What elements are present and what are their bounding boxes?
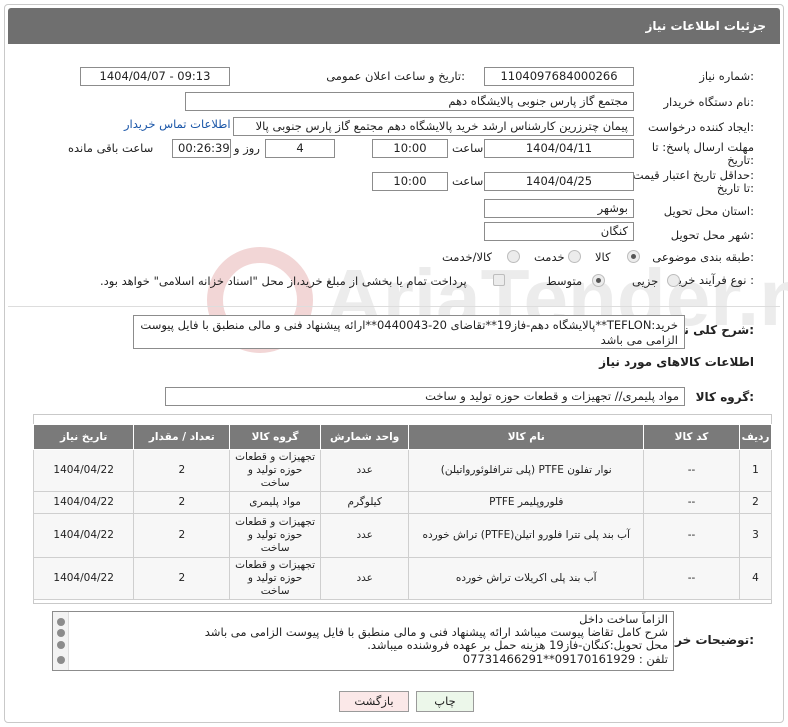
item-code: -- bbox=[643, 449, 741, 492]
item-unit: عدد bbox=[319, 449, 410, 492]
category-option-goods: کالا bbox=[595, 250, 611, 264]
payment-note: پرداخت تمام یا بخشی از مبلغ خرید،از محل … bbox=[100, 274, 467, 288]
category-label: طبقه بندی موضوعی: bbox=[652, 250, 754, 264]
col-qty: تعداد / مقدار bbox=[133, 424, 231, 450]
item-qty: 2 bbox=[133, 557, 231, 600]
table-row: 4 -- آب بند پلی اکریلات تراش خورده عدد ت… bbox=[32, 557, 772, 600]
item-group: مواد پلیمری bbox=[229, 491, 321, 514]
item-group: تجهیزات و قطعات حوزه تولید و ساخت bbox=[229, 449, 321, 492]
item-qty: 2 bbox=[133, 491, 231, 514]
buyer-org-label: نام دستگاه خریدار: bbox=[663, 95, 754, 109]
item-name: فلوروپلیمر PTFE bbox=[408, 491, 645, 514]
table-row: 3 -- آب بند پلی تترا فلورو اتیلن(PTFE) ت… bbox=[32, 513, 772, 558]
province-field: بوشهر bbox=[484, 199, 634, 218]
row-index: 3 bbox=[739, 513, 772, 558]
remaining-time-label: ساعت باقی مانده bbox=[68, 141, 154, 155]
scroll-down-icon[interactable] bbox=[57, 656, 65, 664]
item-unit: عدد bbox=[319, 557, 410, 600]
category-option-service: خدمت bbox=[534, 250, 565, 264]
item-code: -- bbox=[643, 491, 741, 514]
item-group: تجهیزات و قطعات حوزه تولید و ساخت bbox=[229, 513, 321, 558]
table-row: 1 -- نوار تفلون PTFE (پلی تترافلوئورواتی… bbox=[32, 449, 772, 492]
announce-label: تاریخ و ساعت اعلان عمومی: bbox=[326, 69, 465, 83]
province-label: استان محل تحویل: bbox=[663, 204, 754, 218]
validity-label-2: تا تاریخ: bbox=[716, 181, 754, 195]
goods-group-label: گروه کالا: bbox=[695, 390, 754, 404]
goods-table: ردیف کد کالا نام کالا واحد شمارش گروه کا… bbox=[32, 424, 772, 600]
item-name: نوار تفلون PTFE (پلی تترافلوئورواتیلن) bbox=[408, 449, 645, 492]
notes-scrollbar[interactable] bbox=[53, 612, 69, 670]
notes-textarea[interactable]: الزاماً ساخت داخل شرح کامل تقاضا پیوست م… bbox=[52, 611, 674, 671]
category-option-goods-service: کالا/خدمت bbox=[442, 250, 493, 264]
item-code: -- bbox=[643, 513, 741, 558]
creator-label: ایجاد کننده درخواست: bbox=[648, 120, 754, 134]
row-index: 2 bbox=[739, 491, 772, 514]
item-date: 1404/04/22 bbox=[32, 449, 135, 492]
deadline-label: مهلت ارسال پاسخ: تا bbox=[651, 140, 754, 154]
print-button[interactable]: چاپ bbox=[416, 691, 474, 712]
days-label: روز و bbox=[234, 141, 260, 155]
city-label: شهر محل تحویل: bbox=[670, 228, 754, 242]
process-label: نوع فرآیند خرید : bbox=[672, 273, 754, 287]
item-unit: عدد bbox=[319, 513, 410, 558]
announce-field: 1404/04/07 - 09:13 bbox=[80, 67, 230, 86]
goods-table-header: ردیف کد کالا نام کالا واحد شمارش گروه کا… bbox=[32, 424, 772, 450]
deadline-time-field: 10:00 bbox=[372, 139, 448, 158]
notes-line: محل تحویل:کنگان-فاز19 هزینه حمل بر عهده … bbox=[367, 638, 668, 653]
payment-checkbox[interactable] bbox=[493, 274, 505, 286]
deadline-time-label: ساعت bbox=[452, 141, 484, 155]
col-row: ردیف bbox=[739, 424, 772, 450]
process-option-medium: متوسط bbox=[546, 274, 583, 288]
buyer-org-field: مجتمع گاز پارس جنوبی پالایشگاه دهم bbox=[185, 92, 634, 111]
category-radio-goods[interactable] bbox=[627, 250, 640, 263]
item-name: آب بند پلی اکریلات تراش خورده bbox=[408, 557, 645, 600]
col-name: نام کالا bbox=[408, 424, 645, 450]
remaining-time-field: 00:26:39 bbox=[172, 139, 231, 158]
back-button[interactable]: بازگشت bbox=[339, 691, 409, 712]
creator-field: پیمان چترزرین کارشناس ارشد خرید پالایشگا… bbox=[233, 117, 634, 136]
validity-time-field: 10:00 bbox=[372, 172, 448, 191]
category-radio-service[interactable] bbox=[568, 250, 581, 263]
page-title: جزئیات اطلاعات نیاز bbox=[645, 19, 766, 33]
item-unit: کیلوگرم bbox=[319, 491, 410, 514]
process-radio-minor[interactable] bbox=[667, 274, 680, 287]
validity-date-field: 1404/04/25 bbox=[484, 172, 634, 191]
city-field: کنگان bbox=[484, 222, 634, 241]
item-date: 1404/04/22 bbox=[32, 557, 135, 600]
scroll-thumb-icon[interactable] bbox=[57, 641, 65, 649]
goods-section-title: اطلاعات کالاهای مورد نیاز bbox=[599, 355, 754, 369]
goods-group-field: مواد پلیمری// تجهیزات و قطعات حوزه تولید… bbox=[165, 387, 685, 406]
divider bbox=[8, 306, 780, 307]
col-group: گروه کالا bbox=[229, 424, 321, 450]
item-group: تجهیزات و قطعات حوزه تولید و ساخت bbox=[229, 557, 321, 600]
days-remaining-field: 4 bbox=[265, 139, 335, 158]
scroll-thumb-icon[interactable] bbox=[57, 629, 65, 637]
table-row: 2 -- فلوروپلیمر PTFE کیلوگرم مواد پلیمری… bbox=[32, 491, 772, 514]
scroll-up-icon[interactable] bbox=[57, 618, 65, 626]
need-number-label: شماره نیاز: bbox=[699, 69, 754, 83]
item-code: -- bbox=[643, 557, 741, 600]
item-date: 1404/04/22 bbox=[32, 513, 135, 558]
process-option-minor: جزیی bbox=[632, 274, 659, 288]
process-radio-medium[interactable] bbox=[592, 274, 605, 287]
category-radio-goods-service[interactable] bbox=[507, 250, 520, 263]
row-index: 4 bbox=[739, 557, 772, 600]
item-qty: 2 bbox=[133, 449, 231, 492]
col-unit: واحد شمارش bbox=[319, 424, 410, 450]
validity-label: حداقل تاریخ اعتبار قیمت: bbox=[632, 168, 754, 182]
item-date: 1404/04/22 bbox=[32, 491, 135, 514]
col-date: تاریخ نیاز bbox=[32, 424, 135, 450]
col-code: کد کالا bbox=[643, 424, 741, 450]
summary-textarea[interactable]: خرید:TEFLON**پالایشگاه دهم-فاز19**تقاضای… bbox=[133, 315, 685, 349]
item-qty: 2 bbox=[133, 513, 231, 558]
deadline-label-2: تاریخ: bbox=[727, 153, 754, 167]
item-name: آب بند پلی تترا فلورو اتیلن(PTFE) تراش خ… bbox=[408, 513, 645, 558]
page-header: جزئیات اطلاعات نیاز bbox=[8, 8, 780, 44]
notes-line: تلفن : 09170161929**07731466291 bbox=[462, 651, 668, 666]
validity-time-label: ساعت bbox=[452, 174, 484, 188]
contact-info-link[interactable]: اطلاعات تماس خریدار bbox=[124, 117, 231, 131]
deadline-date-field: 1404/04/11 bbox=[484, 139, 634, 158]
need-number-field: 1104097684000266 bbox=[484, 67, 634, 86]
row-index: 1 bbox=[739, 449, 772, 492]
